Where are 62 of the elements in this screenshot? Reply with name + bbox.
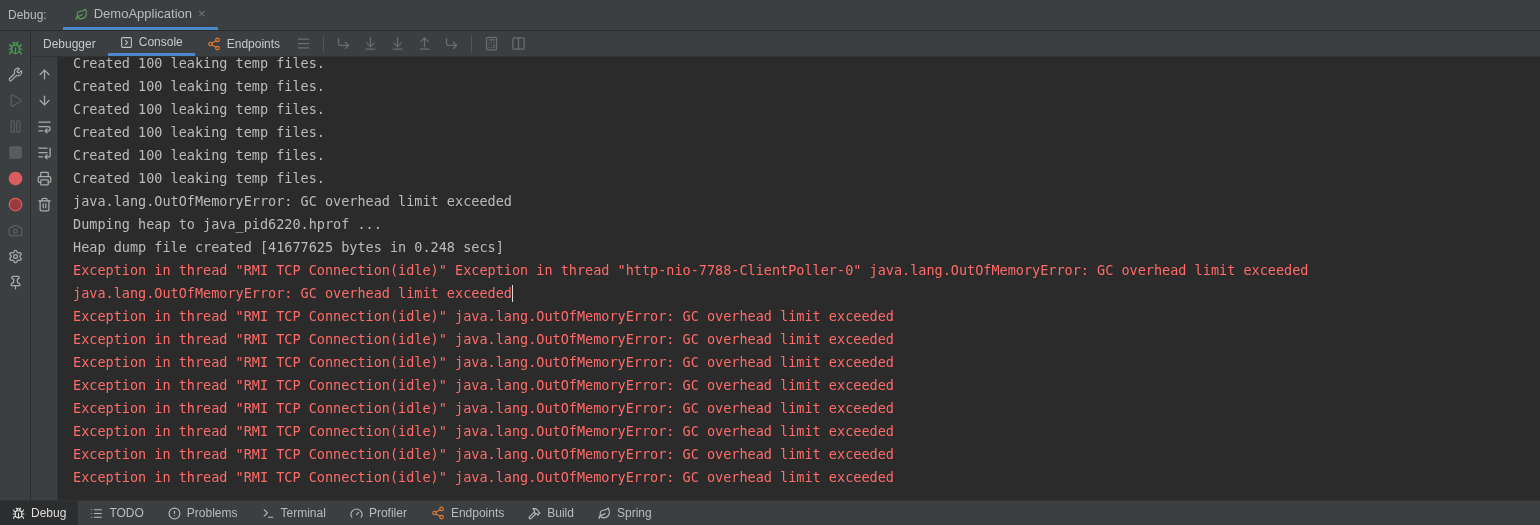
console-line: java.lang.OutOfMemoryError: GC overhead limit exceeded: [73, 284, 512, 303]
stop-icon[interactable]: [7, 144, 23, 160]
columns-icon[interactable]: [511, 36, 527, 51]
leaf-icon: [74, 7, 88, 21]
console-line: Exception in thread "RMI TCP Connection(idle)" java.lang.OutOfMemoryError: GC overhead limit exceeded: [73, 353, 894, 372]
endpoints-icon: [430, 506, 445, 520]
step-over-icon[interactable]: [336, 36, 352, 51]
gauge-icon: [349, 506, 363, 520]
resume-icon[interactable]: [7, 92, 23, 108]
console-line: Created 100 leaking temp files.: [73, 57, 325, 73]
console-line: Exception in thread "RMI TCP Connection(idle)" java.lang.OutOfMemoryError: GC overhead limit exceeded: [73, 307, 894, 326]
console-line: Created 100 leaking temp files.: [73, 123, 325, 142]
terminal-icon: [261, 506, 275, 520]
breakpoints-icon[interactable]: [7, 170, 23, 186]
settings-icon[interactable]: [7, 248, 23, 264]
pause-icon[interactable]: [7, 118, 23, 134]
tool-window-tab[interactable]: Problems: [155, 501, 250, 525]
bug-icon: [12, 506, 25, 520]
bug-icon[interactable]: [7, 40, 23, 56]
console-line: Exception in thread "RMI TCP Connection(idle)" java.lang.OutOfMemoryError: GC overhead limit exceeded: [73, 445, 894, 464]
console-line: Exception in thread "RMI TCP Connection(idle)" java.lang.OutOfMemoryError: GC overhead limit exceeded: [73, 468, 894, 487]
tool-window-tab[interactable]: TODO: [78, 501, 156, 525]
hammer-icon: [528, 506, 542, 520]
tool-window-tab[interactable]: Debug: [0, 501, 79, 525]
toolbar-tab[interactable]: Endpoints: [194, 31, 293, 56]
tool-window-tab[interactable]: Endpoints: [418, 501, 517, 525]
tool-window-tab[interactable]: Terminal: [249, 501, 338, 525]
pin-icon[interactable]: [7, 274, 23, 290]
camera-icon[interactable]: [7, 222, 23, 238]
panel-title: Debug:: [7, 7, 48, 24]
console-line: Exception in thread "RMI TCP Connection(idle)" java.lang.OutOfMemoryError: GC overhead limit exceeded: [73, 399, 894, 418]
wrap-icon[interactable]: [36, 118, 52, 134]
console-line: Exception in thread "RMI TCP Connection(idle)" java.lang.OutOfMemoryError: GC overhead limit exceeded: [73, 376, 894, 395]
console-line: Heap dump file created [41677625 bytes in 0.248 secs]: [73, 238, 504, 257]
console-line: Dumping heap to java_pid6220.hprof ...: [73, 215, 382, 235]
console-line: Created 100 leaking temp files.: [73, 77, 325, 96]
alert-icon: [167, 506, 181, 520]
console-line: Created 100 leaking temp files.: [73, 146, 325, 165]
wrench-icon[interactable]: [7, 66, 23, 82]
scroll-end-icon[interactable]: [36, 144, 52, 160]
run-to-cursor-icon[interactable]: [444, 36, 460, 51]
console-line: Exception in thread "RMI TCP Connection(idle)" java.lang.OutOfMemoryError: GC overhead limit exceeded: [73, 330, 894, 349]
console-line: Exception in thread "RMI TCP Connection(idle)" Exception in thread "http-nio-7788-ClientPoller-0" java.lang.OutOfMemoryError: GC overhead limit exceeded: [73, 261, 1309, 280]
tab-label: DemoApplication: [93, 5, 192, 24]
console-line: Created 100 leaking temp files.: [73, 100, 325, 119]
mute-breakpoints-icon[interactable]: [7, 196, 23, 212]
console-icon: [119, 35, 133, 49]
tool-window-tab[interactable]: Spring: [585, 501, 664, 525]
trash-icon[interactable]: [36, 196, 52, 212]
tool-window-tab[interactable]: Build: [516, 501, 586, 525]
menu-icon[interactable]: [296, 36, 312, 51]
arrow-down-icon[interactable]: [36, 92, 52, 108]
list-icon: [90, 506, 104, 520]
printer-icon[interactable]: [36, 170, 52, 186]
calculator-icon[interactable]: [484, 36, 500, 51]
leaf-icon: [597, 506, 611, 520]
console-line: Exception in thread "RMI TCP Connection(idle)" java.lang.OutOfMemoryError: GC overhead limit exceeded: [73, 422, 894, 441]
toolbar-tab[interactable]: Debugger: [31, 31, 108, 56]
console-line: java.lang.OutOfMemoryError: GC overhead limit exceeded: [73, 192, 512, 211]
endpoints-icon: [206, 36, 221, 51]
console-line: Created 100 leaking temp files.: [73, 169, 325, 188]
tool-window-tab[interactable]: Profiler: [337, 501, 419, 525]
